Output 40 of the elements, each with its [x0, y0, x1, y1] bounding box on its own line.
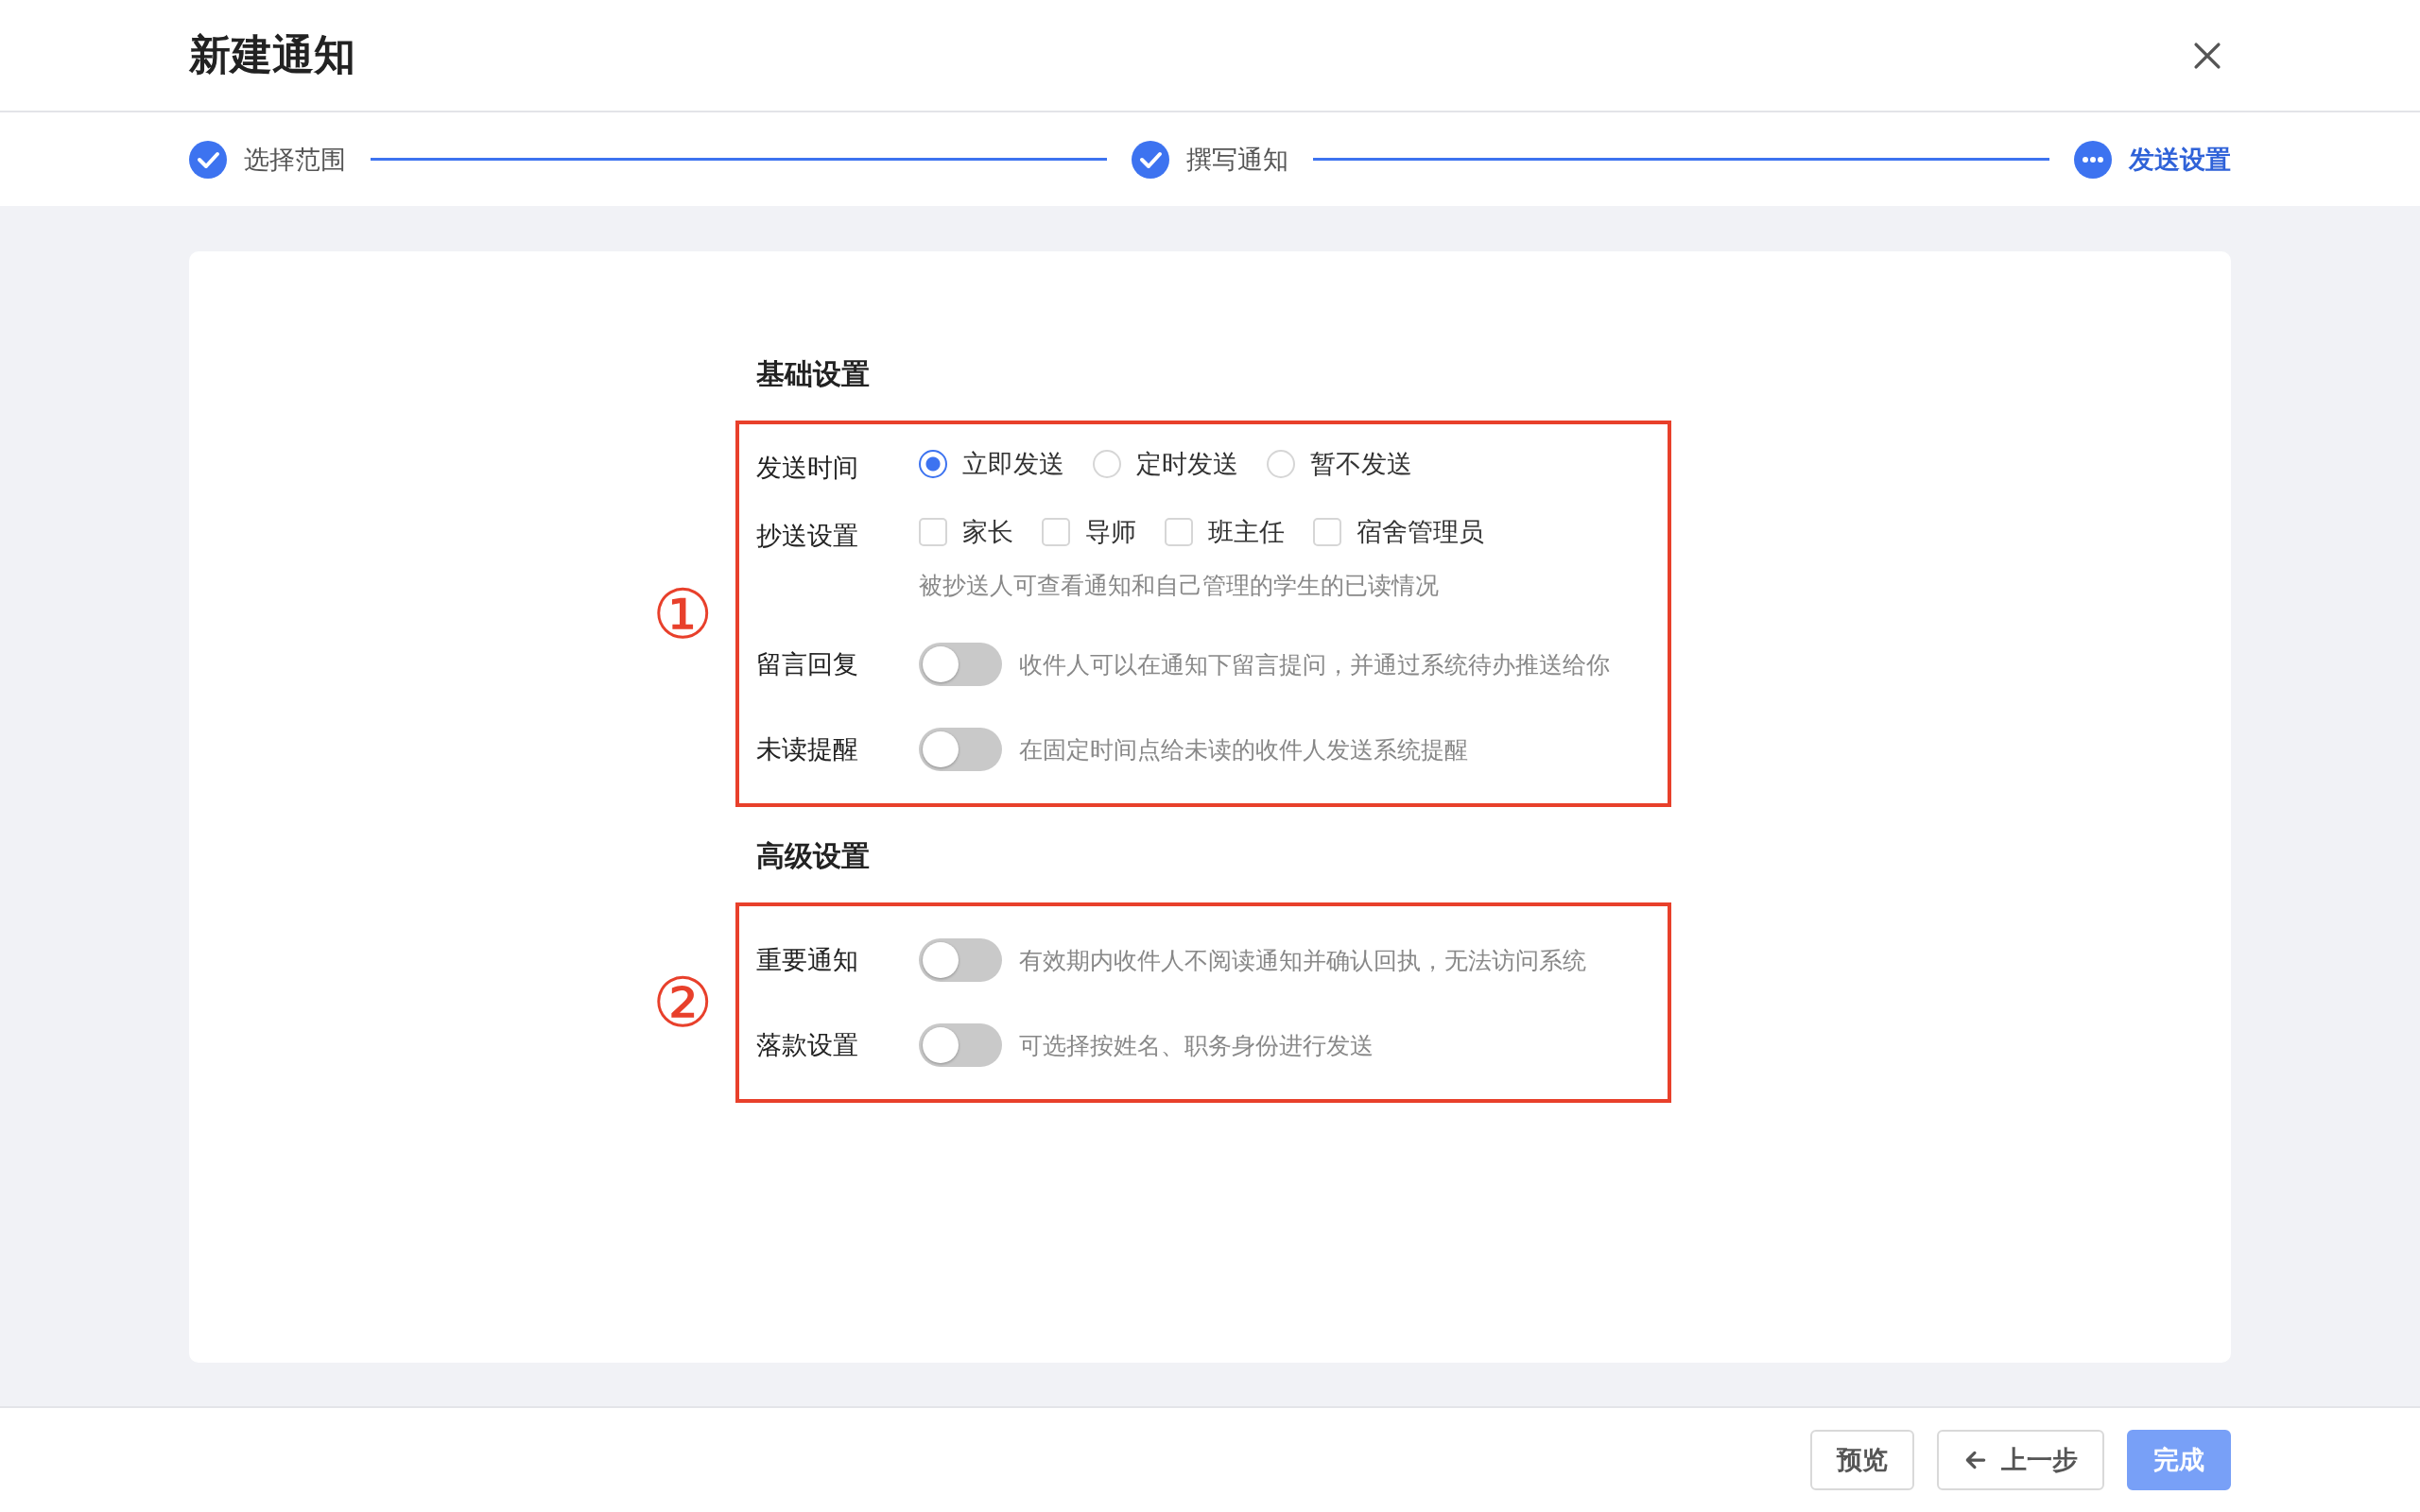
- checkbox-option[interactable]: 宿舍管理员: [1313, 515, 1484, 549]
- step-item[interactable]: 选择范围: [189, 140, 346, 179]
- field-label: 重要通知: [756, 944, 859, 976]
- step-item[interactable]: 发送设置: [2074, 140, 2231, 179]
- toggle-switch[interactable]: [919, 1023, 1002, 1067]
- check-icon: [189, 140, 227, 179]
- radio-option[interactable]: 定时发送: [1093, 447, 1238, 481]
- checkbox[interactable]: [1165, 518, 1193, 546]
- section-title: 基础设置: [756, 356, 871, 392]
- hint-text: 可选择按姓名、职务身份进行发送: [1019, 1030, 1374, 1061]
- field-label: 未读提醒: [756, 733, 859, 765]
- more-icon: [2074, 140, 2112, 179]
- hint-text: 有效期内收件人不阅读通知并确认回执，无法访问系统: [1019, 945, 1586, 976]
- radio-option[interactable]: 暂不发送: [1267, 447, 1412, 481]
- checkbox[interactable]: [1313, 518, 1341, 546]
- step-item[interactable]: 撰写通知: [1132, 140, 1288, 179]
- field-label: 留言回复: [756, 648, 859, 680]
- field-label: 落款设置: [756, 1029, 859, 1061]
- back-button[interactable]: 上一步: [1937, 1430, 2104, 1490]
- checkbox-option[interactable]: 班主任: [1165, 515, 1285, 549]
- hint-text: 被抄送人可查看通知和自己管理的学生的已读情况: [919, 571, 1440, 601]
- toggle-switch[interactable]: [919, 938, 1002, 982]
- hint-text: 收件人可以在通知下留言提问，并通过系统待办推送给你: [1019, 649, 1610, 680]
- dialog-title: 新建通知: [189, 29, 355, 80]
- radio-option[interactable]: 立即发送: [919, 447, 1064, 481]
- radio-button[interactable]: [919, 450, 947, 478]
- field-label: 发送时间: [756, 452, 859, 484]
- toggle-switch[interactable]: [919, 643, 1002, 686]
- checkbox-option[interactable]: 导师: [1042, 515, 1136, 549]
- preview-button[interactable]: 预览: [1810, 1430, 1914, 1490]
- circled-number: ②: [652, 969, 715, 1037]
- toggle-switch[interactable]: [919, 728, 1002, 771]
- field-label: 抄送设置: [756, 520, 859, 552]
- circled-number: ①: [652, 579, 715, 648]
- check-icon: [1132, 140, 1169, 179]
- checkbox-option[interactable]: 家长: [919, 515, 1013, 549]
- checkbox[interactable]: [1042, 518, 1070, 546]
- hint-text: 在固定时间点给未读的收件人发送系统提醒: [1019, 734, 1468, 765]
- section-title: 高级设置: [756, 838, 871, 874]
- checkbox[interactable]: [919, 518, 947, 546]
